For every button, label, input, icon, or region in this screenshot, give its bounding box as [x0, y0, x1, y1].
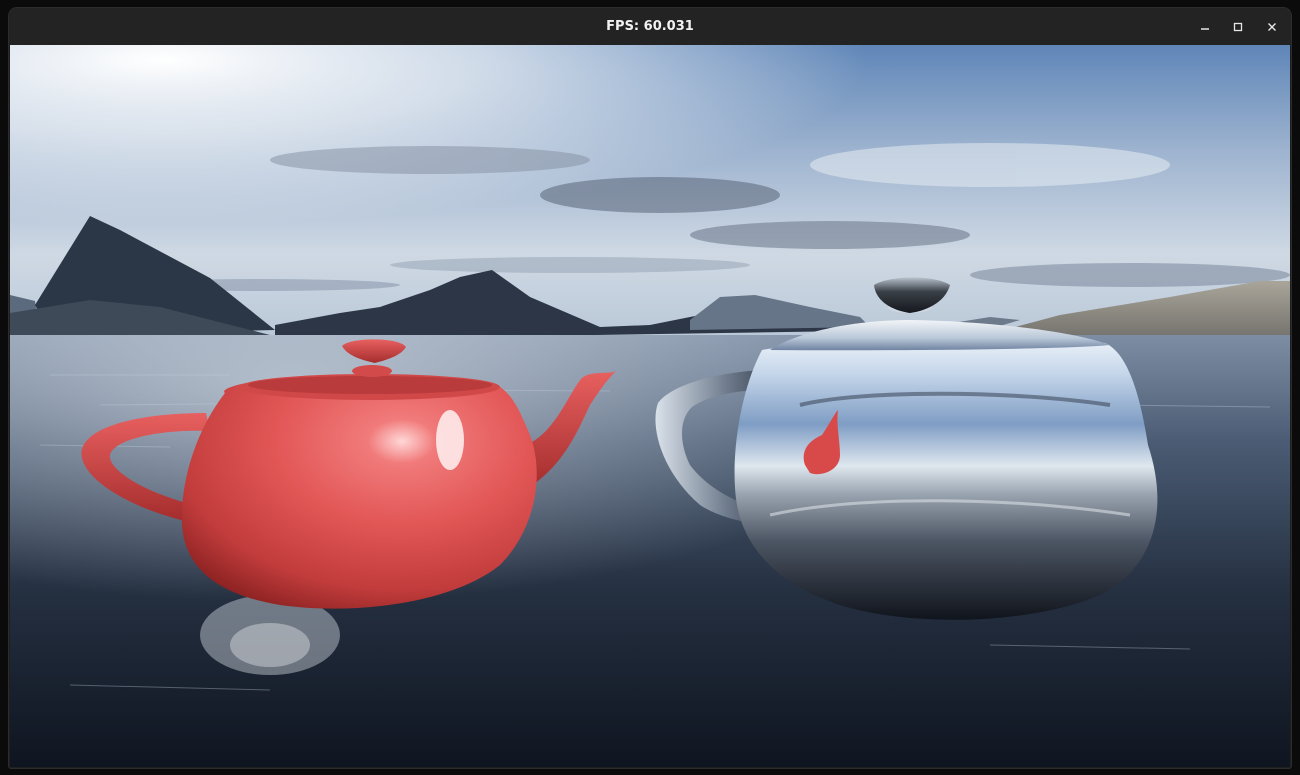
- window-title: FPS: 60.031: [606, 19, 694, 34]
- title-bar[interactable]: FPS: 60.031: [9, 8, 1291, 45]
- close-icon: [1266, 21, 1278, 33]
- app-window: FPS: 60.031: [9, 8, 1291, 768]
- minimize-icon: [1199, 21, 1211, 33]
- maximize-button[interactable]: [1225, 14, 1251, 40]
- render-viewport[interactable]: [10, 45, 1290, 767]
- close-button[interactable]: [1259, 14, 1285, 40]
- scene-canvas: [10, 45, 1290, 767]
- minimize-button[interactable]: [1192, 14, 1218, 40]
- maximize-icon: [1232, 21, 1244, 33]
